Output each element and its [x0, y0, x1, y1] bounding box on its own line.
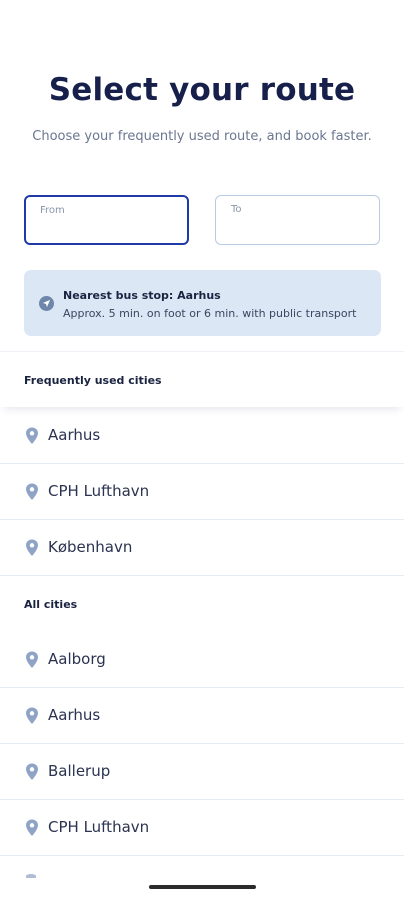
location-pin-icon — [26, 539, 38, 556]
all-cities-header-label: All cities — [24, 598, 78, 611]
to-field-label: To — [231, 204, 242, 215]
city-name: København — [48, 538, 133, 556]
city-row-ballerup[interactable]: Ballerup — [0, 744, 404, 800]
nearest-bus-stop-detail: Approx. 5 min. on foot or 6 min. with pu… — [63, 307, 357, 320]
from-field[interactable]: From — [24, 195, 189, 245]
nearest-bus-stop-title: Nearest bus stop: Aarhus — [63, 289, 221, 302]
location-pin-icon — [26, 819, 38, 836]
frequent-cities-header-label: Frequently used cities — [24, 374, 162, 387]
city-name: Aarhus — [48, 426, 101, 444]
from-field-label: From — [40, 205, 65, 216]
city-row-frequent-cph-lufthavn[interactable]: CPH Lufthavn — [0, 464, 404, 520]
city-row-frequent-aarhus[interactable]: Aarhus — [0, 408, 404, 464]
home-indicator[interactable] — [149, 885, 256, 889]
city-name: Aalborg — [48, 650, 106, 668]
city-name: Ballerup — [48, 762, 111, 780]
location-pin-icon — [26, 874, 36, 878]
location-pin-icon — [26, 763, 38, 780]
frequent-cities-header: Frequently used cities — [0, 351, 404, 407]
navigation-arrow-icon — [39, 296, 54, 311]
location-pin-icon — [26, 651, 38, 668]
city-row-frequent-kobenhavn[interactable]: København — [0, 520, 404, 576]
nearest-bus-stop-card[interactable]: Nearest bus stop: Aarhus Approx. 5 min. … — [24, 270, 381, 336]
location-pin-icon — [26, 483, 38, 500]
city-name: CPH Lufthavn — [48, 818, 150, 836]
location-pin-icon — [26, 707, 38, 724]
to-field[interactable]: To — [215, 195, 380, 245]
city-row-aalborg[interactable]: Aalborg — [0, 632, 404, 688]
all-cities-header: All cities — [0, 577, 404, 632]
city-row-aarhus[interactable]: Aarhus — [0, 688, 404, 744]
city-row-cph-lufthavn[interactable]: CPH Lufthavn — [0, 800, 404, 856]
page-title: Select your route — [48, 72, 356, 108]
city-name: Aarhus — [48, 706, 101, 724]
city-name: CPH Lufthavn — [48, 482, 150, 500]
location-pin-icon — [26, 427, 38, 444]
page-subtitle: Choose your frequently used route, and b… — [32, 129, 372, 144]
